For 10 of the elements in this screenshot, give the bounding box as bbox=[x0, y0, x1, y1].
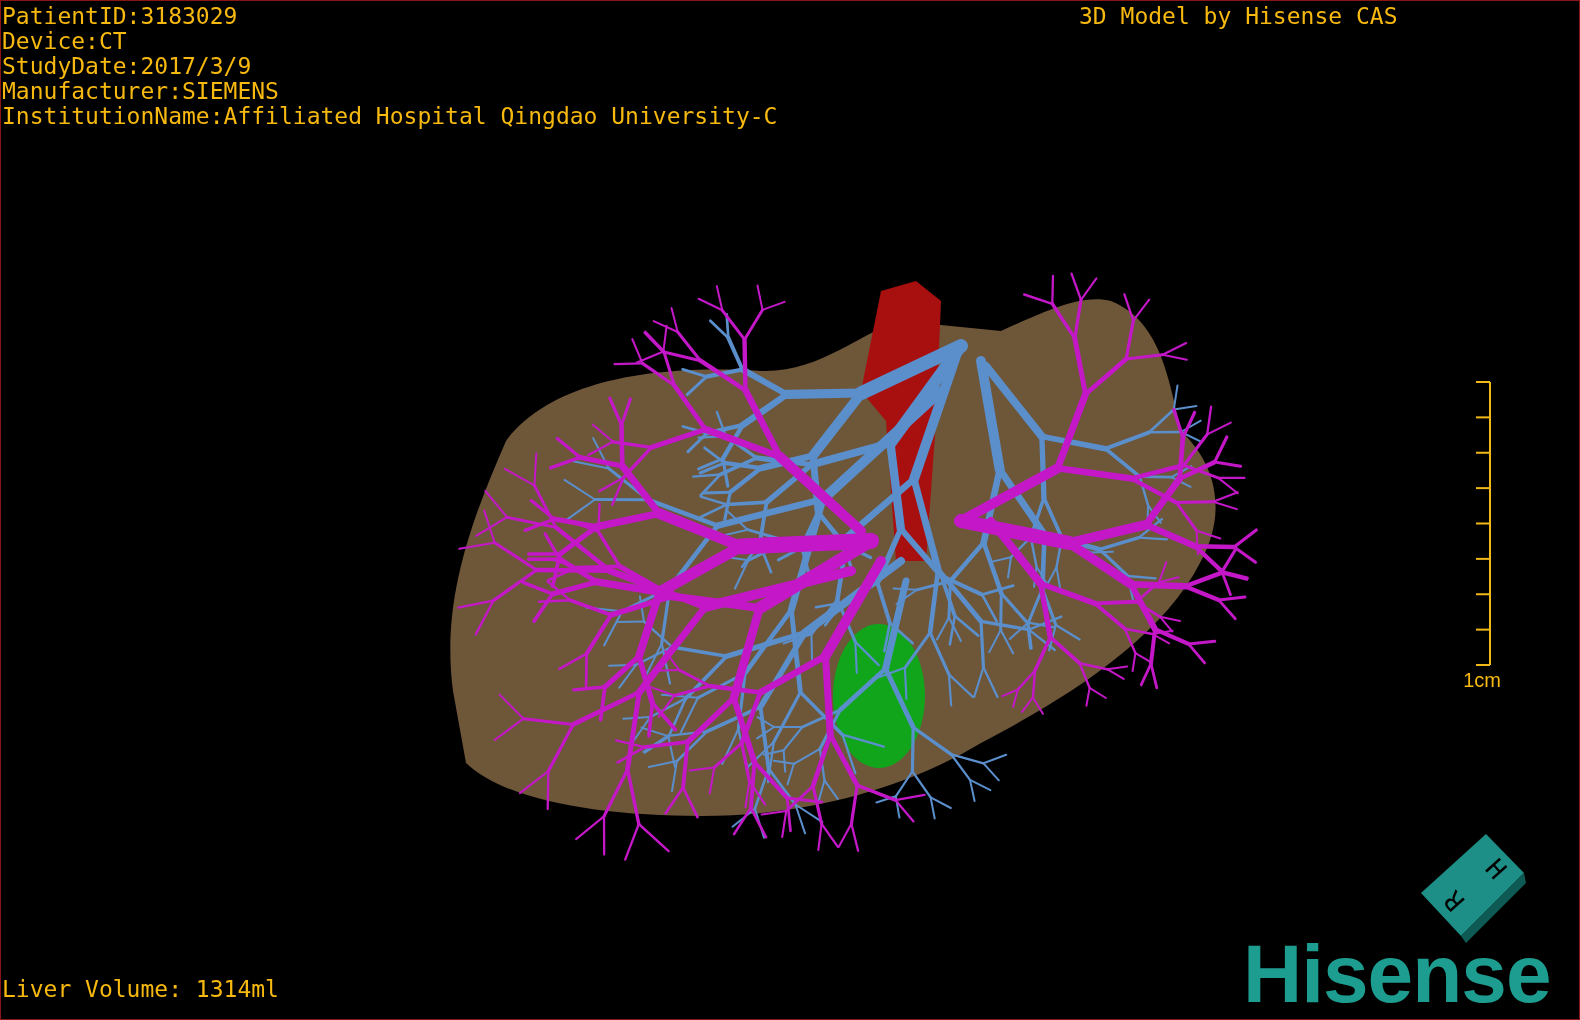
cube-face-label: H bbox=[1479, 853, 1513, 885]
study-info-text: InstitutionName:Affiliated Hospital Qingdao University-C bbox=[2, 104, 778, 129]
study-info-text: PatientID:3183029 bbox=[2, 4, 238, 29]
model-credit: 3D Model by Hisense CAS bbox=[1079, 4, 1398, 29]
study-info-text: StudyDate:2017/3/9 bbox=[2, 54, 252, 79]
scale-label: 1cm bbox=[1463, 669, 1501, 691]
study-info-text: Device:CT bbox=[2, 29, 127, 54]
cube-face-label: R bbox=[1437, 885, 1471, 917]
liver-volume-text: Liver Volume: 1314ml bbox=[2, 977, 279, 1002]
study-info-text: Manufacturer:SIEMENS bbox=[2, 79, 279, 104]
